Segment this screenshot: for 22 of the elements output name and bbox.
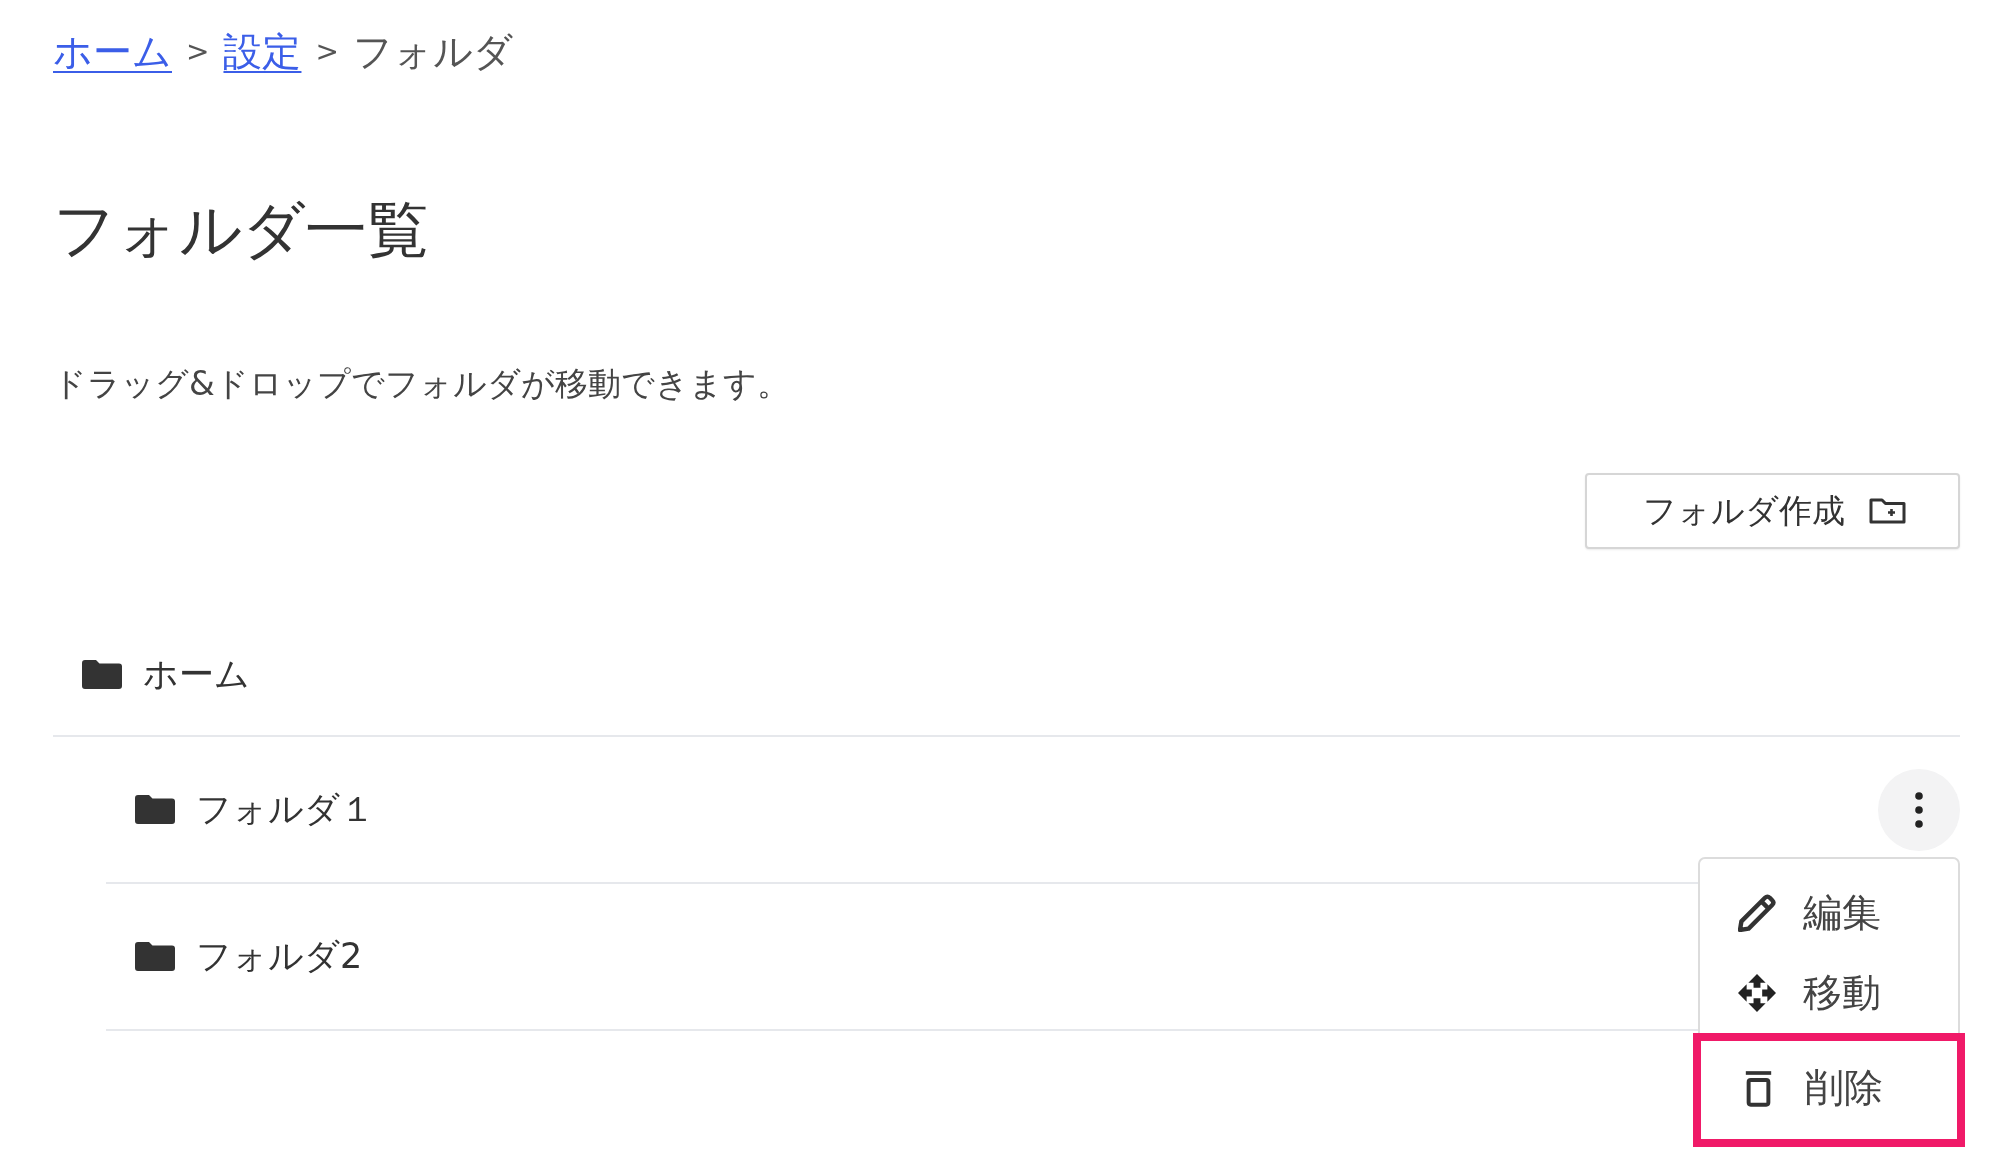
- folder-name[interactable]: ホーム: [143, 651, 250, 698]
- menu-item[interactable]: 削除: [1693, 1033, 1965, 1147]
- breadcrumb-link[interactable]: 設定: [223, 26, 302, 78]
- trash-icon: [1743, 1069, 1774, 1107]
- folder-plus-icon: [1869, 498, 1906, 524]
- breadcrumb-separator: >: [186, 34, 210, 70]
- page-title: フォルダ一覧: [53, 192, 430, 268]
- breadcrumb-link[interactable]: ホーム: [53, 26, 172, 78]
- create-folder-button[interactable]: フォルダ作成: [1585, 473, 1960, 549]
- menu-item[interactable]: 編集: [1700, 873, 1958, 953]
- folder-name[interactable]: フォルダ１: [196, 786, 375, 833]
- menu-item[interactable]: 移動: [1700, 953, 1958, 1033]
- breadcrumb-separator: >: [315, 34, 339, 70]
- kebab-menu-icon: [1915, 791, 1923, 828]
- breadcrumb-current: フォルダ: [352, 28, 513, 76]
- description-text: ドラッグ&ドロップでフォルダが移動できます。: [53, 363, 791, 405]
- move-arrows-icon: [1738, 974, 1776, 1012]
- pencil-icon: [1738, 894, 1776, 932]
- folder-name[interactable]: フォルダ2: [196, 933, 363, 980]
- folder-icon: [82, 660, 122, 689]
- folder-icon: [135, 795, 175, 824]
- folder-icon: [135, 942, 175, 971]
